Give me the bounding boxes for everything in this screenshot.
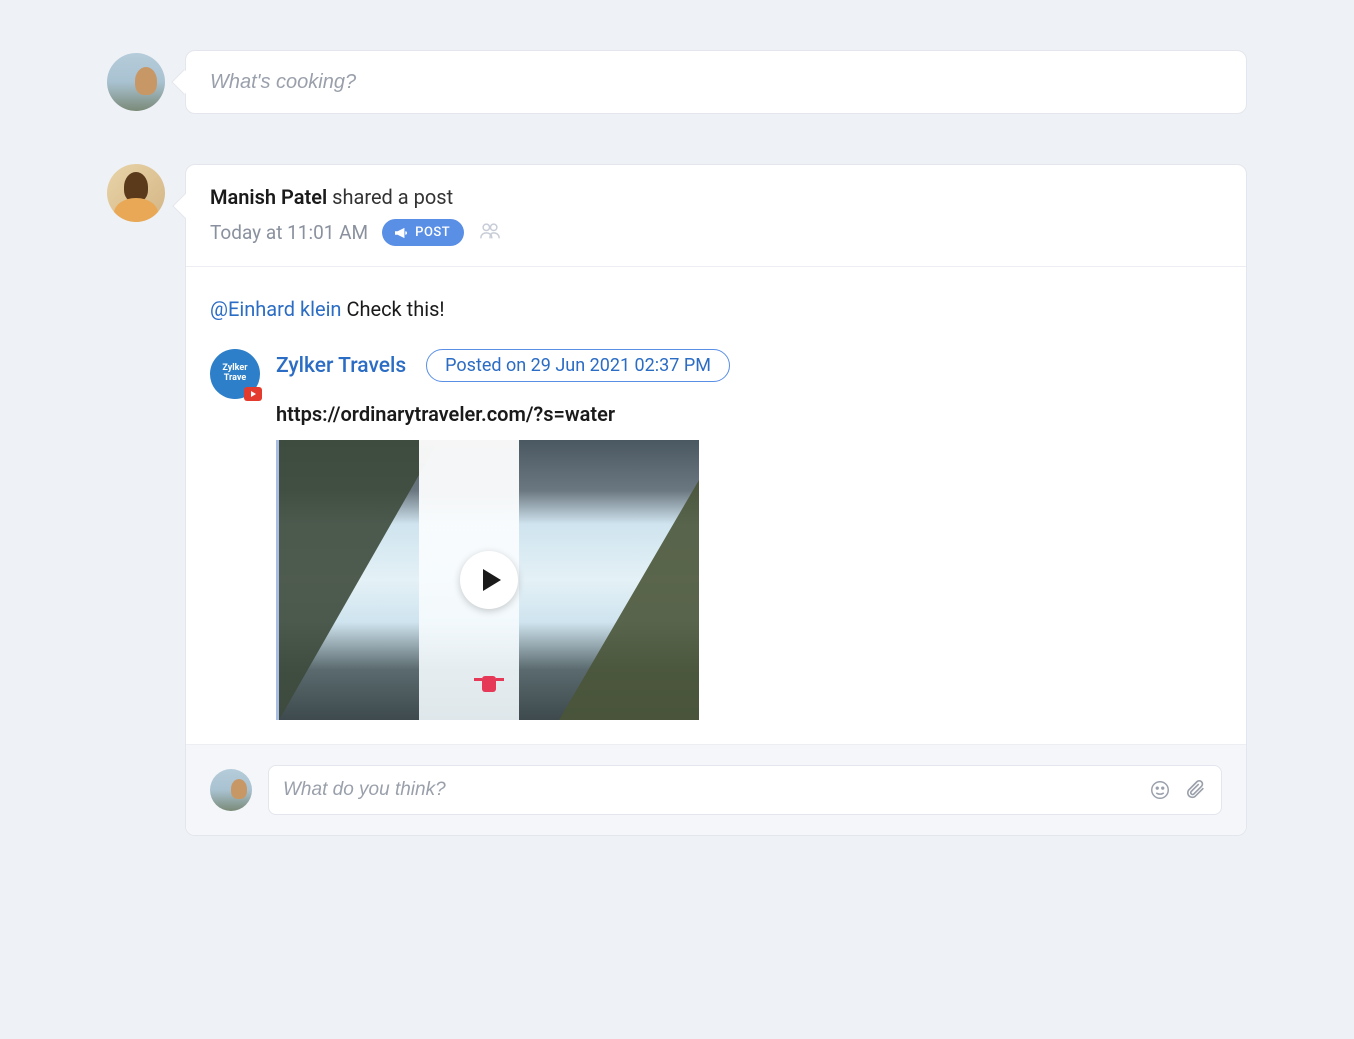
youtube-badge-icon bbox=[244, 387, 262, 401]
shared-header: Zylker Travels Posted on 29 Jun 2021 02:… bbox=[276, 349, 1222, 382]
shared-content: Zylker Travels Posted on 29 Jun 2021 02:… bbox=[276, 349, 1222, 720]
avatar-author[interactable] bbox=[107, 164, 165, 222]
composer-row bbox=[107, 50, 1247, 114]
post-message: @Einhard klein Check this! bbox=[210, 297, 1222, 321]
avatar-self-small[interactable] bbox=[210, 769, 252, 811]
shared-link-url[interactable]: https://ordinarytraveler.com/?s=water bbox=[276, 402, 1222, 426]
post-badge-label: POST bbox=[415, 225, 450, 240]
avatar-self[interactable] bbox=[107, 53, 165, 111]
comment-actions bbox=[1149, 779, 1207, 801]
brand-name[interactable]: Zylker Travels bbox=[276, 354, 406, 378]
comment-input-wrap bbox=[268, 765, 1222, 815]
author-name[interactable]: Manish Patel bbox=[210, 185, 327, 209]
post-card: Manish Patel shared a post Today at 11:0… bbox=[185, 164, 1247, 836]
user-mention[interactable]: @Einhard klein bbox=[210, 297, 341, 321]
composer-input-wrap bbox=[185, 50, 1247, 114]
post-row: Manish Patel shared a post Today at 11:0… bbox=[107, 164, 1247, 836]
person-graphic bbox=[482, 676, 496, 692]
post-body: @Einhard klein Check this! Zylker Trave … bbox=[186, 267, 1246, 744]
post-action-text: shared a post bbox=[332, 185, 453, 209]
megaphone-icon bbox=[394, 227, 408, 239]
attachment-icon[interactable] bbox=[1185, 779, 1207, 801]
post-message-text: Check this! bbox=[346, 297, 444, 321]
people-icon[interactable] bbox=[478, 220, 502, 246]
comment-footer bbox=[186, 744, 1246, 835]
video-thumbnail[interactable] bbox=[279, 440, 699, 720]
post-type-badge[interactable]: POST bbox=[382, 219, 464, 246]
post-header: Manish Patel shared a post Today at 11:0… bbox=[186, 165, 1246, 267]
thumbnail-wrap bbox=[276, 440, 1222, 720]
play-button-icon[interactable] bbox=[460, 551, 518, 609]
comment-input[interactable] bbox=[283, 779, 1149, 801]
posted-on-pill: Posted on 29 Jun 2021 02:37 PM bbox=[426, 349, 730, 382]
shared-block: Zylker Trave Zylker Travels Posted on 29… bbox=[210, 349, 1222, 720]
brand-avatar[interactable]: Zylker Trave bbox=[210, 349, 260, 399]
post-meta-line: Today at 11:01 AM POST bbox=[210, 219, 1222, 246]
post-timestamp: Today at 11:01 AM bbox=[210, 221, 368, 244]
brand-logo-text: Zylker Trave bbox=[222, 364, 247, 384]
emoji-icon[interactable] bbox=[1149, 779, 1171, 801]
composer-input[interactable] bbox=[185, 50, 1247, 114]
post-title-line: Manish Patel shared a post bbox=[210, 185, 1222, 209]
